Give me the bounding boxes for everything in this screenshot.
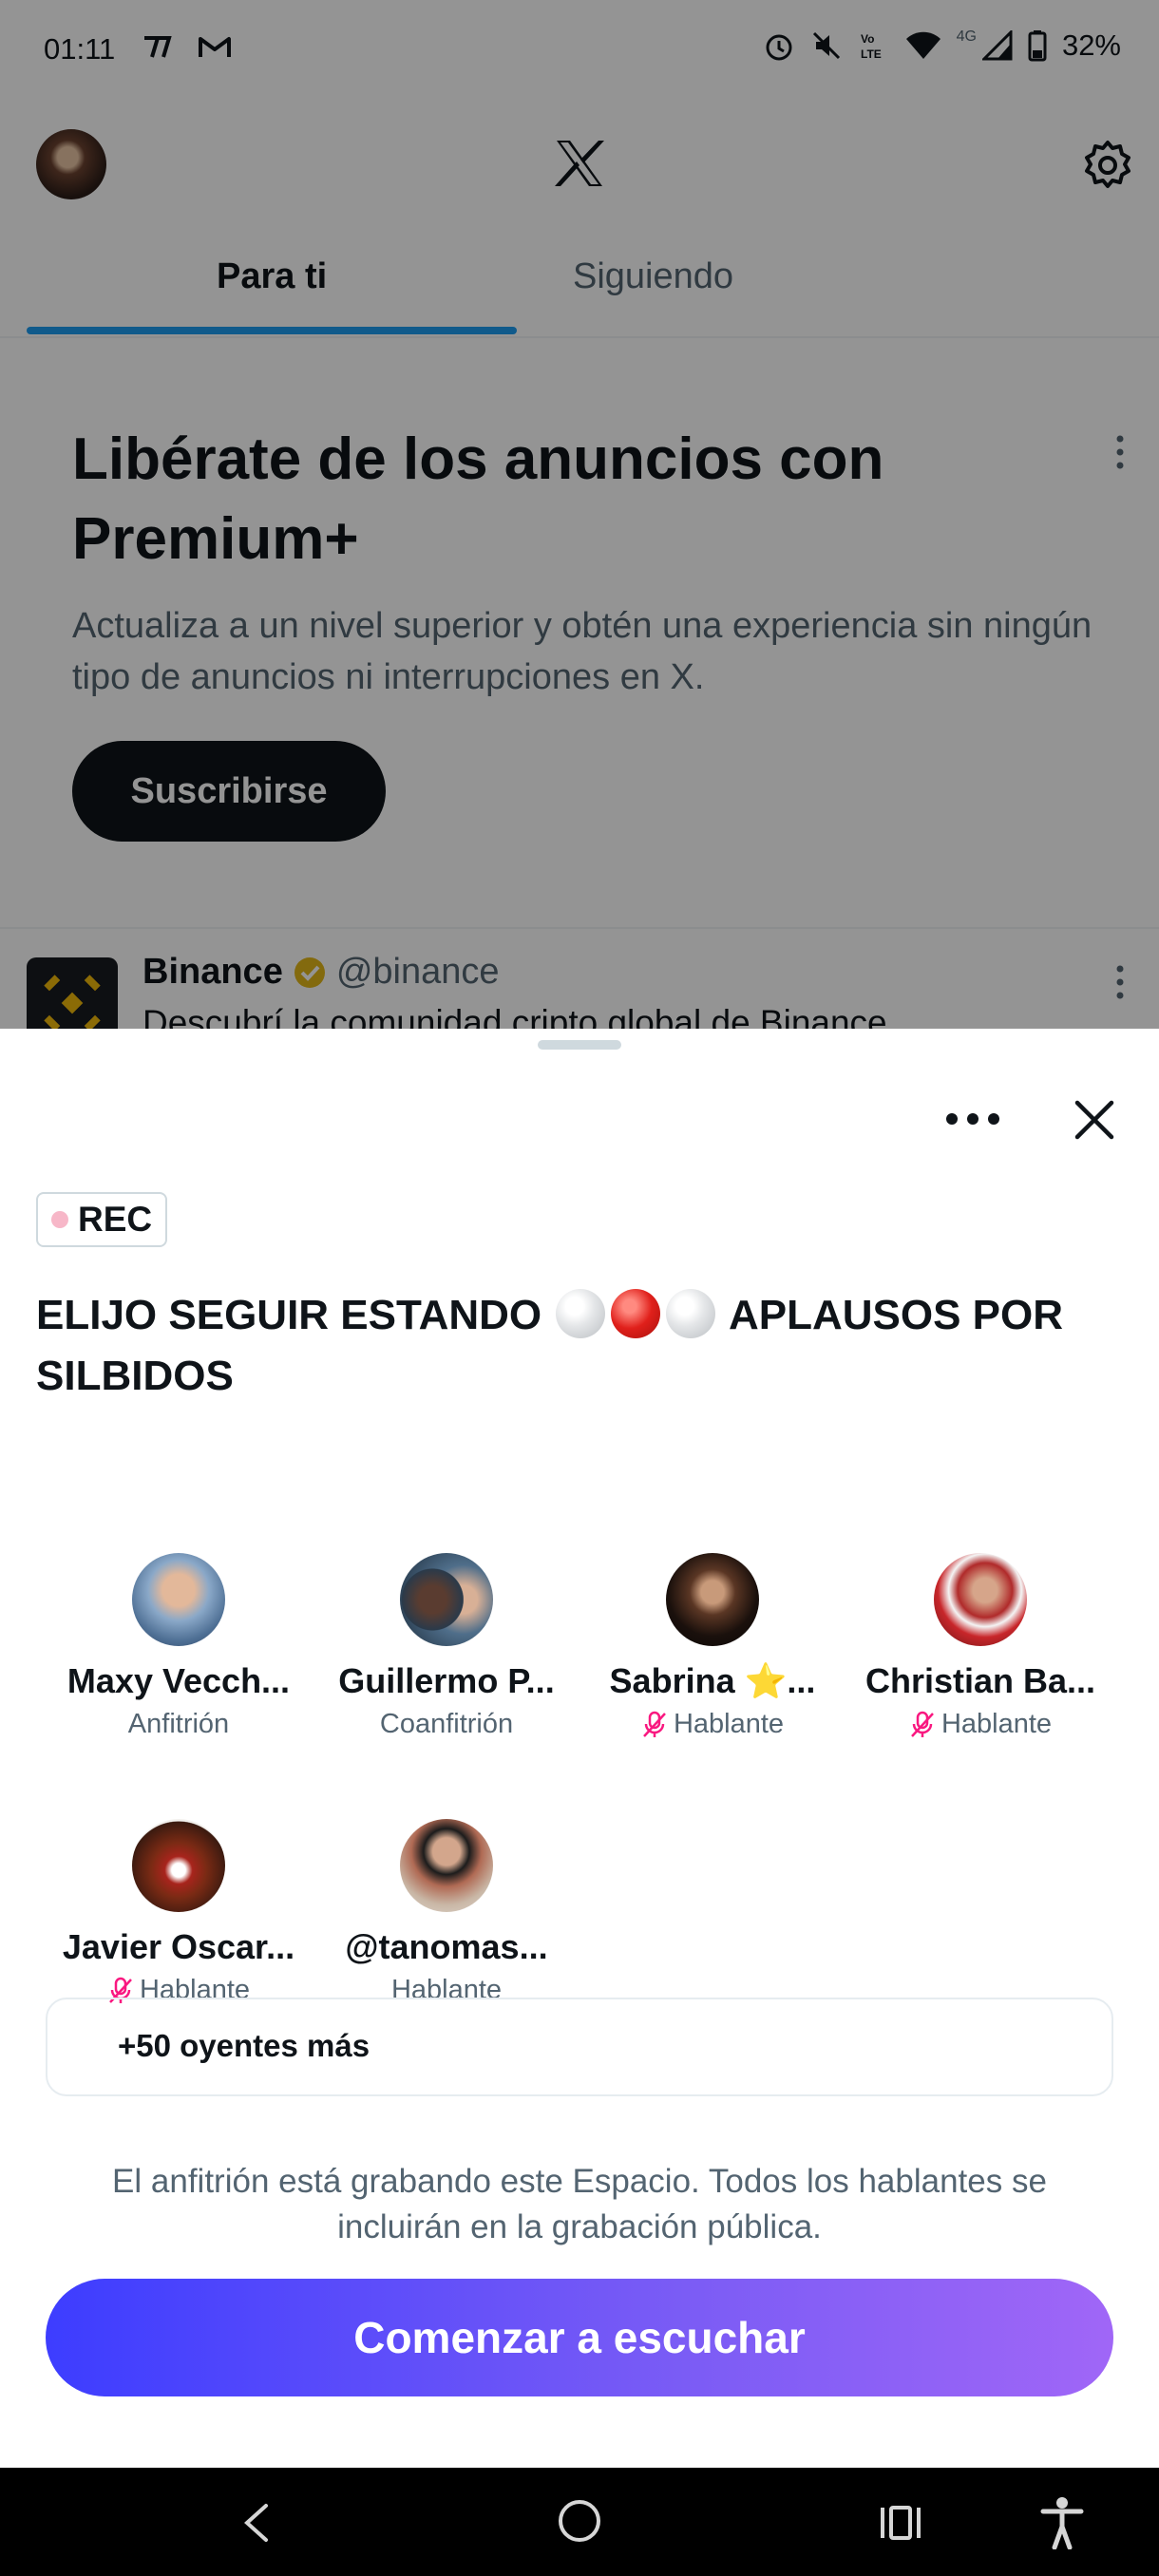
start-listening-button[interactable]: Comenzar a escuchar: [46, 2279, 1113, 2396]
speaker-card[interactable]: Maxy Vecch... Anfitrión: [46, 1553, 312, 1740]
speaker-card[interactable]: Javier Oscar... Hablante: [46, 1819, 312, 2006]
white-circle-icon: [556, 1289, 606, 1338]
avatar[interactable]: [132, 1553, 225, 1646]
speaker-name: Sabrina ⭐...: [609, 1661, 816, 1700]
avatar[interactable]: [934, 1553, 1027, 1646]
back-icon[interactable]: [239, 2502, 274, 2544]
avatar[interactable]: [132, 1819, 225, 1912]
avatar[interactable]: [400, 1553, 493, 1646]
listeners-count: +50 oyentes más: [118, 2028, 370, 2063]
avatar[interactable]: [666, 1553, 759, 1646]
speaker-role-label: Coanfitrión: [379, 1709, 514, 1739]
speaker-name: Javier Oscar...: [62, 1927, 295, 1966]
speaker-card[interactable]: Guillermo P... Coanfitrión: [314, 1553, 580, 1740]
recording-notice: El anfitrión está grabando este Espacio.…: [112, 2163, 1047, 2245]
recording-label: REC: [78, 1200, 153, 1239]
speaker-role: Hablante: [847, 1709, 1113, 1740]
speaker-role: Anfitrión: [46, 1709, 312, 1740]
mic-off-icon: [911, 1711, 934, 1737]
more-options-icon[interactable]: [944, 1105, 1001, 1133]
home-icon[interactable]: [559, 2500, 600, 2542]
speaker-role: Hablante: [580, 1709, 846, 1740]
speaker-role-label: Hablante: [673, 1709, 785, 1739]
space-title: ELIJO SEGUIR ESTANDO APLAUSOS POR SILBID…: [36, 1285, 1129, 1407]
recording-badge: REC: [36, 1192, 168, 1247]
speaker-card[interactable]: Christian Ba... Hablante: [847, 1553, 1113, 1740]
speaker-role-label: Hablante: [940, 1709, 1053, 1739]
speaker-card[interactable]: @tanomas... Hablante: [314, 1819, 580, 2006]
speaker-name: Maxy Vecch...: [66, 1661, 291, 1700]
speaker-name: Guillermo P...: [338, 1661, 555, 1700]
speaker-name: Christian Ba...: [864, 1661, 1096, 1700]
speaker-role: Coanfitrión: [314, 1709, 580, 1740]
listeners-button[interactable]: +50 oyentes más: [46, 1998, 1113, 2096]
avatar[interactable]: [400, 1819, 493, 1912]
modal-scrim[interactable]: [0, 0, 1159, 1031]
system-navigation-bar: [0, 2468, 1159, 2576]
close-icon[interactable]: [1074, 1099, 1115, 1141]
red-circle-icon: [611, 1289, 661, 1338]
white-circle-icon: [666, 1289, 716, 1338]
space-bottom-sheet: REC ELIJO SEGUIR ESTANDO APLAUSOS POR SI…: [0, 1029, 1159, 2468]
sheet-drag-handle[interactable]: [538, 1040, 621, 1050]
mic-off-icon: [643, 1711, 666, 1737]
speaker-card[interactable]: Sabrina ⭐... Hablante: [580, 1553, 846, 1740]
recents-icon[interactable]: [880, 2504, 922, 2542]
accessibility-icon[interactable]: [1039, 2496, 1085, 2549]
speaker-name: @tanomas...: [345, 1927, 548, 1966]
speaker-role-label: Anfitrión: [127, 1709, 230, 1739]
recording-dot-icon: [51, 1211, 68, 1228]
space-title-part1: ELIJO SEGUIR ESTANDO: [36, 1292, 542, 1338]
